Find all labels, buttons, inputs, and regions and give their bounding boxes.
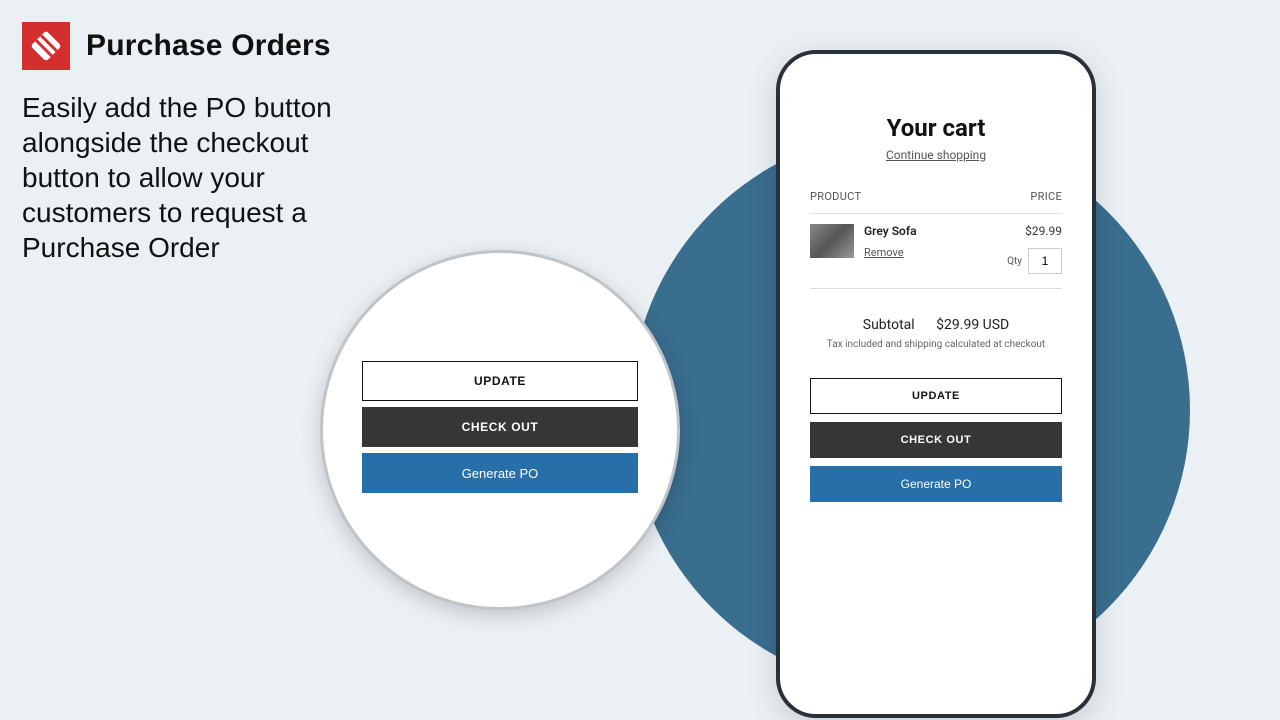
col-product: PRODUCT xyxy=(810,190,861,203)
product-thumbnail xyxy=(810,224,854,258)
zoom-checkout-button[interactable]: CHECK OUT xyxy=(362,407,638,447)
cart-title: Your cart xyxy=(810,114,1062,142)
subtotal-value: $29.99 USD xyxy=(936,317,1009,333)
tax-note: Tax included and shipping calculated at … xyxy=(810,339,1062,350)
header: Purchase Orders xyxy=(22,22,331,70)
divider xyxy=(810,288,1062,289)
zoom-lens: UPDATE CHECK OUT Generate PO xyxy=(320,250,680,610)
qty-label: Qty xyxy=(1007,256,1022,267)
app-title: Purchase Orders xyxy=(86,29,331,63)
product-price: $29.99 xyxy=(1007,224,1062,238)
app-logo-icon xyxy=(22,22,70,70)
zoom-update-button[interactable]: UPDATE xyxy=(362,361,638,401)
product-name: Grey Sofa xyxy=(864,224,997,238)
checkout-button[interactable]: CHECK OUT xyxy=(810,422,1062,458)
cart-columns: PRODUCT PRICE xyxy=(810,190,1062,203)
remove-link[interactable]: Remove xyxy=(864,246,904,259)
subtotal-label: Subtotal xyxy=(863,317,915,333)
qty-input[interactable] xyxy=(1028,248,1062,274)
phone-mockup: Your cart Continue shopping PRODUCT PRIC… xyxy=(776,50,1096,718)
col-price: PRICE xyxy=(1030,190,1062,203)
divider xyxy=(810,213,1062,214)
phone-screen: Your cart Continue shopping PRODUCT PRIC… xyxy=(792,66,1080,702)
cart-line-item: Grey Sofa Remove $29.99 Qty xyxy=(810,224,1062,274)
generate-po-button[interactable]: Generate PO xyxy=(810,466,1062,502)
subtotal-row: Subtotal $29.99 USD xyxy=(810,317,1062,333)
marketing-blurb: Easily add the PO button alongside the c… xyxy=(22,90,342,265)
continue-shopping-link[interactable]: Continue shopping xyxy=(810,148,1062,162)
zoom-generate-po-button[interactable]: Generate PO xyxy=(362,453,638,493)
update-button[interactable]: UPDATE xyxy=(810,378,1062,414)
